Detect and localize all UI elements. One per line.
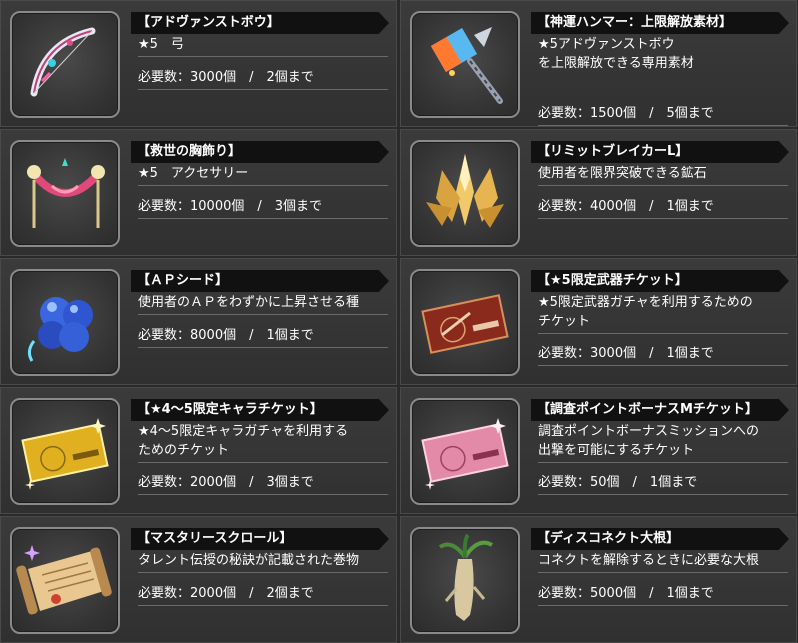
item-requirement: 必要数：10000個 / 3個まで (138, 198, 388, 219)
item-requirement: 必要数：3000個 / 2個まで (138, 69, 388, 90)
item-requirement: 必要数：5000個 / 1個まで (538, 585, 788, 606)
item-description: ★5 アクセサリー (138, 164, 388, 186)
item-card-savior-brooch[interactable]: 【救世の胸飾り】 ★5 アクセサリー 必要数：10000個 / 3個まで (0, 129, 397, 256)
bow-icon (10, 11, 120, 118)
item-card-mastery-scroll[interactable]: 【マスタリースクロール】 タレント伝授の秘訣が記載された巻物 必要数：2000個… (0, 516, 397, 643)
necklace-icon (10, 140, 120, 247)
item-card-limit-breaker[interactable]: 【リミットブレイカーL】 使用者を限界突破できる鉱石 必要数：4000個 / 1… (400, 129, 797, 256)
item-title: 【ＡＰシード】 (131, 270, 389, 292)
item-description: ★4～5限定キャラガチャを利用する ためのチケット (138, 422, 388, 463)
item-requirement: 必要数：8000個 / 1個まで (138, 327, 388, 348)
gold-ticket-icon (10, 398, 120, 505)
item-card-bonus-ticket[interactable]: 【調査ポイントボーナスMチケット】 調査ポイントボーナスミッションへの 出撃を可… (400, 387, 797, 514)
item-card-ap-seed[interactable]: 【ＡＰシード】 使用者のＡＰをわずかに上昇させる種 必要数：8000個 / 1個… (0, 258, 397, 385)
item-card-weapon-ticket[interactable]: 【★5限定武器チケット】 ★5限定武器ガチャを利用するための チケット 必要数：… (400, 258, 797, 385)
item-title: 【★4～5限定キャラチケット】 (131, 399, 389, 421)
item-requirement: 必要数：3000個 / 1個まで (538, 345, 788, 366)
item-description: ★5 弓 (138, 35, 388, 57)
item-requirement: 必要数：4000個 / 1個まで (538, 198, 788, 219)
item-title: 【神運ハンマー：上限解放素材】 (531, 12, 789, 34)
item-title: 【リミットブレイカーL】 (531, 141, 789, 163)
item-title: 【★5限定武器チケット】 (531, 270, 789, 292)
radish-icon (410, 527, 520, 634)
exchange-item-grid: 【アドヴァンストボウ】 ★5 弓 必要数：3000個 / 2個まで 【神運ハンマ… (0, 0, 798, 643)
item-requirement: 必要数：1500個 / 5個まで (538, 105, 788, 126)
item-requirement: 必要数：50個 / 1個まで (538, 474, 788, 495)
hammer-icon (410, 11, 520, 118)
item-description: コネクトを解除するときに必要な大根 (538, 551, 788, 573)
item-title: 【アドヴァンストボウ】 (131, 12, 389, 34)
item-title: 【ディスコネクト大根】 (531, 528, 789, 550)
seed-icon (10, 269, 120, 376)
item-description: 使用者を限界突破できる鉱石 (538, 164, 788, 186)
weapon-ticket-icon (410, 269, 520, 376)
item-requirement: 必要数：2000個 / 3個まで (138, 474, 388, 495)
item-description: ★5限定武器ガチャを利用するための チケット (538, 293, 788, 334)
item-card-disconnect-radish[interactable]: 【ディスコネクト大根】 コネクトを解除するときに必要な大根 必要数：5000個 … (400, 516, 797, 643)
scroll-icon (10, 527, 120, 634)
pink-ticket-icon (410, 398, 520, 505)
item-title: 【調査ポイントボーナスMチケット】 (531, 399, 789, 421)
crystal-icon (410, 140, 520, 247)
item-description: 使用者のＡＰをわずかに上昇させる種 (138, 293, 388, 315)
item-requirement: 必要数：2000個 / 2個まで (138, 585, 388, 606)
item-card-chara-ticket[interactable]: 【★4～5限定キャラチケット】 ★4～5限定キャラガチャを利用する ためのチケッ… (0, 387, 397, 514)
item-description: 調査ポイントボーナスミッションへの 出撃を可能にするチケット (538, 422, 788, 463)
item-title: 【救世の胸飾り】 (131, 141, 389, 163)
item-card-advanced-bow[interactable]: 【アドヴァンストボウ】 ★5 弓 必要数：3000個 / 2個まで (0, 0, 397, 127)
item-title: 【マスタリースクロール】 (131, 528, 389, 550)
item-description: ★5アドヴァンストボウ を上限解放できる専用素材 (538, 37, 694, 71)
item-card-fortune-hammer[interactable]: 【神運ハンマー：上限解放素材】 ★5アドヴァンストボウ を上限解放できる専用素材… (400, 0, 797, 127)
item-description: タレント伝授の秘訣が記載された巻物 (138, 551, 388, 573)
